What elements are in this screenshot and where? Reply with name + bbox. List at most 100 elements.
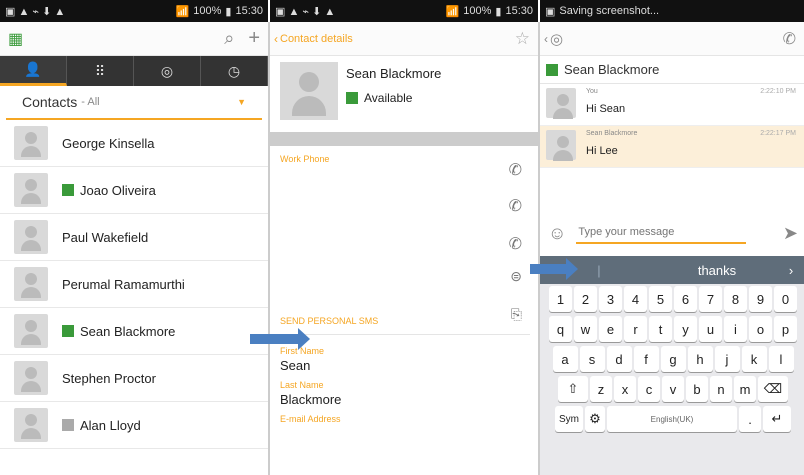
key[interactable]: y	[674, 316, 697, 342]
key[interactable]: 0	[774, 286, 797, 312]
person-icon: 👤	[24, 61, 42, 77]
key[interactable]: r	[624, 316, 647, 342]
message-sender: You	[586, 88, 598, 95]
add-icon[interactable]: +	[248, 27, 260, 50]
key[interactable]: s	[579, 346, 605, 372]
key[interactable]: q	[549, 316, 572, 342]
key[interactable]: k	[741, 346, 767, 372]
message-text: Hi Lee	[586, 145, 618, 157]
message-avatar	[546, 88, 576, 119]
keyboard: | thanks › 1234567890 qwertyuiop asdfghj…	[540, 256, 804, 475]
key[interactable]: g	[660, 346, 686, 372]
contact-row[interactable]: Perumal Ramamurthi	[0, 261, 268, 308]
key[interactable]: w	[574, 316, 597, 342]
key[interactable]: l	[768, 346, 794, 372]
space-key[interactable]: English(UK)	[607, 406, 737, 432]
contacts-header[interactable]: Contacts - All ▼	[6, 86, 262, 120]
phone-icon-2[interactable]: ✆	[509, 196, 522, 216]
tab-chat[interactable]: ◎	[134, 56, 201, 86]
sym-key[interactable]: Sym	[555, 406, 583, 432]
chat-panel: ‹ ◎ ✆ Sean Blackmore You Hi Sean 2:22:10…	[538, 22, 804, 475]
key[interactable]: a	[552, 346, 578, 372]
key[interactable]: 4	[624, 286, 647, 312]
contact-name-text: Perumal Ramamurthi	[62, 276, 185, 292]
key[interactable]: t	[649, 316, 672, 342]
phone-icon-3[interactable]: ✆	[509, 234, 522, 254]
send-icon[interactable]: ➤	[783, 223, 798, 244]
key[interactable]: n	[710, 376, 732, 402]
key[interactable]: 5	[649, 286, 672, 312]
key[interactable]: i	[724, 316, 747, 342]
key[interactable]: x	[614, 376, 636, 402]
email-icon[interactable]: ⎘	[511, 306, 522, 323]
key[interactable]: z	[590, 376, 612, 402]
chat-contact-name: Sean Blackmore	[564, 62, 660, 77]
contact-row[interactable]: Alan Lloyd	[0, 402, 268, 449]
tab-dialpad[interactable]: ⠿	[67, 56, 134, 86]
enter-key[interactable]: ↵	[763, 406, 791, 432]
emoji-icon[interactable]: ☺	[548, 223, 566, 244]
key[interactable]: u	[699, 316, 722, 342]
key[interactable]: 3	[599, 286, 622, 312]
back-icon-chat[interactable]: ‹	[544, 32, 548, 46]
key[interactable]: 1	[549, 286, 572, 312]
message-input[interactable]	[576, 222, 747, 244]
dropdown-icon[interactable]: ▼	[237, 97, 246, 107]
key[interactable]: j	[714, 346, 740, 372]
key[interactable]: 9	[749, 286, 772, 312]
key[interactable]: e	[599, 316, 622, 342]
suggestion-word[interactable]: thanks	[658, 263, 776, 278]
backspace-key[interactable]: ⌫	[758, 376, 788, 402]
contact-row[interactable]: George Kinsella	[0, 120, 268, 167]
key[interactable]: b	[686, 376, 708, 402]
key[interactable]: h	[687, 346, 713, 372]
key[interactable]: v	[662, 376, 684, 402]
key[interactable]: c	[638, 376, 660, 402]
send-sms-label[interactable]: SEND PERSONAL SMS	[280, 316, 378, 326]
contact-row[interactable]: Joao Oliveira	[0, 167, 268, 214]
back-icon[interactable]: ‹	[274, 32, 278, 46]
tab-contacts[interactable]: 👤	[0, 56, 67, 86]
contact-name-text: George Kinsella	[62, 135, 155, 151]
favorite-star-icon[interactable]: ☆	[515, 29, 530, 49]
suggestion-bar: | thanks ›	[540, 256, 804, 284]
key[interactable]: 7	[699, 286, 722, 312]
contact-name-text: Alan Lloyd	[80, 417, 141, 433]
message-time: 2:22:17 PM	[760, 130, 796, 137]
app-logo-icon[interactable]: ▦	[8, 29, 23, 49]
contact-row[interactable]: Paul Wakefield	[0, 214, 268, 261]
key[interactable]: o	[749, 316, 772, 342]
call-icon[interactable]: ✆	[783, 29, 796, 49]
key[interactable]: d	[606, 346, 632, 372]
key[interactable]: m	[734, 376, 756, 402]
contact-name: Sean Blackmore	[62, 324, 175, 339]
period-key[interactable]: .	[739, 406, 761, 432]
phone-icon-1[interactable]: ✆	[509, 160, 522, 180]
tab-history[interactable]: ◷	[201, 56, 268, 86]
keyboard-row-top: qwertyuiop	[540, 314, 804, 344]
contact-row[interactable]: Sean Blackmore	[0, 308, 268, 355]
status-icons-right-2: 📶 100% ▮ 15:30	[445, 5, 533, 18]
presence-flag-icon	[62, 184, 74, 196]
key[interactable]: 6	[674, 286, 697, 312]
keyboard-row-numbers: 1234567890	[540, 284, 804, 314]
available-flag-icon	[346, 92, 358, 104]
details-divider	[270, 132, 538, 146]
key[interactable]: 8	[724, 286, 747, 312]
key[interactable]: p	[774, 316, 797, 342]
contact-row[interactable]: Stephen Proctor	[0, 355, 268, 402]
contact-name: George Kinsella	[62, 136, 155, 151]
chat-header: Sean Blackmore	[540, 56, 804, 84]
contact-avatar	[14, 361, 48, 395]
key[interactable]: f	[633, 346, 659, 372]
shift-key[interactable]: ⇧	[558, 376, 588, 402]
contact-name: Joao Oliveira	[62, 183, 156, 198]
message-1: You Hi Sean 2:22:10 PM	[540, 84, 804, 126]
search-icon[interactable]: ⌕	[224, 28, 234, 49]
key[interactable]: 2	[574, 286, 597, 312]
sms-icon[interactable]: ⊜	[510, 268, 522, 285]
status-bar-2: ▣ ▲ ⌁ ⬇ ▲ 📶 100% ▮ 15:30	[270, 0, 538, 22]
suggestion-more-icon[interactable]: ›	[776, 263, 804, 278]
details-back-label[interactable]: Contact details	[280, 33, 353, 45]
settings-key[interactable]: ⚙	[585, 406, 605, 432]
